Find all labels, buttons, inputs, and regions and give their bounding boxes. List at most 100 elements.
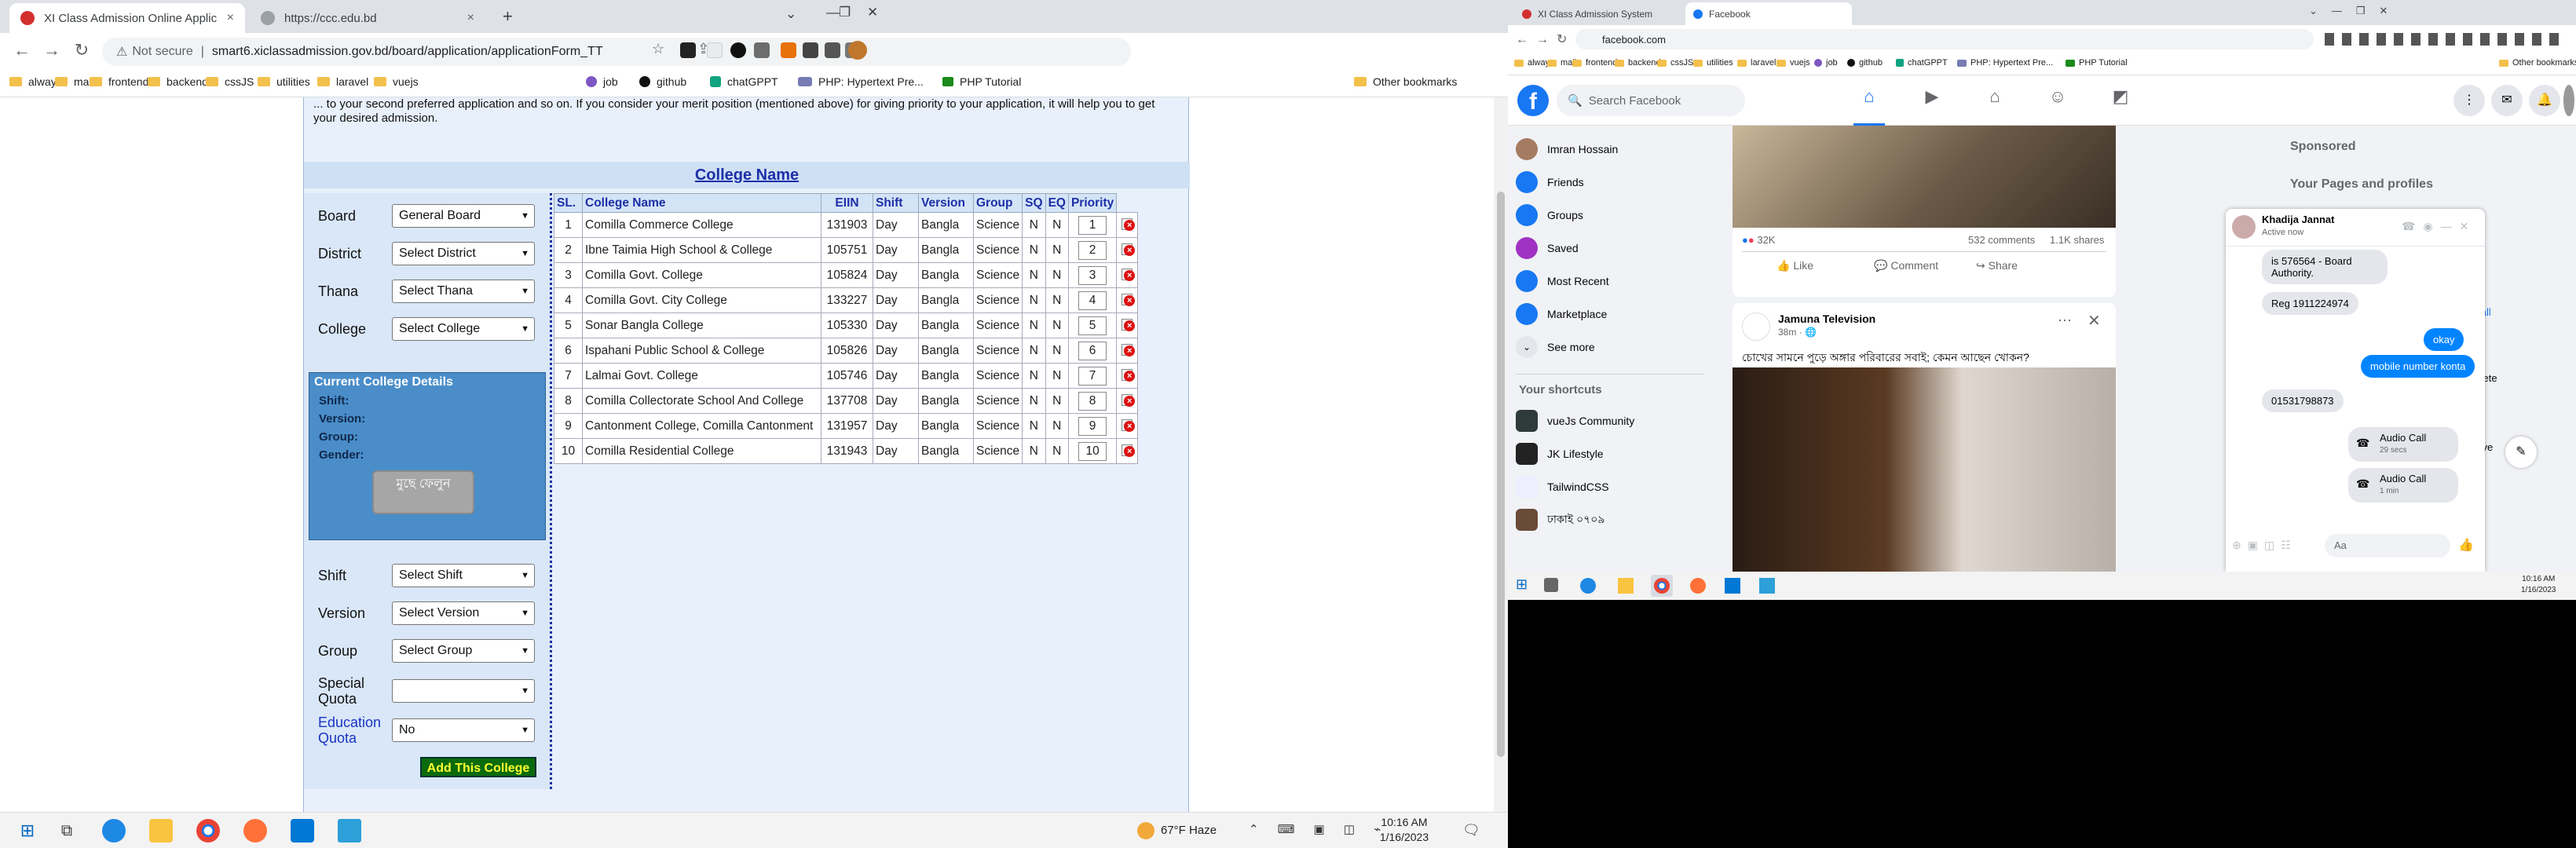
chrome-icon[interactable] bbox=[1654, 578, 1670, 594]
priority-input[interactable]: 2 bbox=[1078, 240, 1107, 260]
bookmark-vuejs[interactable]: vuejs bbox=[374, 75, 419, 88]
reload-button[interactable]: ↻ bbox=[71, 40, 93, 60]
delete-row-icon[interactable]: × bbox=[1119, 341, 1136, 356]
scrollbar-thumb[interactable] bbox=[1497, 192, 1505, 757]
edge-icon[interactable] bbox=[1580, 578, 1596, 594]
vertical-scrollbar[interactable] bbox=[1494, 97, 1508, 812]
back-button[interactable]: ← bbox=[11, 40, 33, 60]
priority-input[interactable]: 10 bbox=[1078, 441, 1107, 461]
bookmark-laravel[interactable]: laravel bbox=[317, 75, 368, 88]
extension-3-icon[interactable] bbox=[730, 42, 746, 58]
profile-avatar[interactable] bbox=[2563, 85, 2574, 116]
star-icon[interactable]: ☆ bbox=[652, 41, 668, 57]
firefox-icon[interactable] bbox=[243, 819, 267, 843]
chat-actions-icons[interactable]: ☎◉—✕ bbox=[2402, 220, 2476, 233]
bookmark-job[interactable]: job bbox=[586, 75, 618, 88]
chat-header[interactable]: Khadija Jannat Active now ☎◉—✕ bbox=[2226, 209, 2485, 247]
college-select[interactable]: Select College ▼ bbox=[392, 317, 535, 341]
tab-facebook[interactable]: Facebook bbox=[1685, 2, 1852, 25]
profile-avatar[interactable] bbox=[848, 41, 867, 60]
delete-row-icon[interactable]: × bbox=[1119, 215, 1136, 231]
rbookmark-php-hypertext[interactable]: PHP: Hypertext Pre... bbox=[1957, 58, 2053, 68]
edge-icon[interactable] bbox=[102, 819, 126, 843]
right-address-bar[interactable]: facebook.com bbox=[1575, 29, 2314, 49]
tab-ccc[interactable]: https://ccc.edu.bd × bbox=[250, 3, 485, 33]
comment-button[interactable]: 💬 Comment bbox=[1874, 259, 1938, 272]
thana-select[interactable]: Select Thana ▼ bbox=[392, 280, 535, 303]
version-select[interactable]: Select Version ▼ bbox=[392, 601, 535, 625]
priority-input[interactable]: 3 bbox=[1078, 265, 1107, 285]
bookmark-utilities[interactable]: utilities bbox=[258, 75, 310, 88]
extension-4-icon[interactable] bbox=[754, 42, 770, 58]
tab-admission-system[interactable]: XI Class Admission System bbox=[1514, 2, 1682, 25]
sidebar-item-saved[interactable]: Saved bbox=[1516, 237, 1579, 259]
facebook-search-input[interactable]: 🔍 Search Facebook bbox=[1557, 85, 1745, 116]
app-icon[interactable] bbox=[1759, 578, 1775, 594]
chat-attach-icons[interactable]: ⊕▣◫☷ bbox=[2232, 539, 2297, 552]
rbookmark-chatgppt[interactable]: chatGPPT bbox=[1896, 58, 1948, 68]
special-quota-select[interactable]: ▼ bbox=[392, 679, 535, 703]
post-video[interactable] bbox=[1733, 367, 2116, 572]
chrome-icon[interactable] bbox=[196, 819, 220, 843]
task-view-icon[interactable]: ⧉ bbox=[55, 819, 79, 843]
delete-row-icon[interactable]: × bbox=[1119, 316, 1136, 331]
rbookmark-vuejs[interactable]: vuejs bbox=[1776, 58, 1810, 68]
shortcut-tailwind[interactable]: TailwindCSS bbox=[1516, 476, 1609, 498]
minimize-button[interactable]: — bbox=[826, 5, 840, 20]
sidebar-item-profile[interactable]: Imran Hossain bbox=[1516, 138, 1618, 160]
home-icon[interactable]: ⌂ bbox=[1853, 86, 1885, 126]
tab-search-icon[interactable]: ⌄ bbox=[785, 6, 796, 22]
delete-row-icon[interactable]: × bbox=[1119, 240, 1136, 256]
audio-call-message[interactable]: ☎ Audio Call 1 min bbox=[2348, 468, 2458, 503]
jamuna-avatar[interactable] bbox=[1742, 313, 1770, 341]
task-view-icon[interactable] bbox=[1544, 578, 1558, 592]
file-explorer-icon[interactable] bbox=[149, 819, 173, 843]
delete-row-icon[interactable]: × bbox=[1119, 441, 1136, 457]
post-time[interactable]: 38m · 🌐 bbox=[1778, 327, 1817, 338]
rbookmark-github[interactable]: github bbox=[1847, 58, 1883, 68]
like-button[interactable]: 👍 Like bbox=[1776, 259, 1813, 272]
rbookmark-cssjs[interactable]: cssJS bbox=[1657, 58, 1693, 68]
clock[interactable]: 10:16 AM 1/16/2023 bbox=[1368, 815, 1440, 845]
file-explorer-icon[interactable] bbox=[1618, 578, 1634, 594]
priority-input[interactable]: 8 bbox=[1078, 391, 1107, 411]
facebook-logo-icon[interactable]: f bbox=[1517, 85, 1549, 116]
district-select[interactable]: Select District ▼ bbox=[392, 242, 535, 265]
rbookmark-frontend[interactable]: frontend bbox=[1572, 58, 1617, 68]
bookmark-mail[interactable]: mail bbox=[55, 75, 94, 88]
messenger-icon[interactable]: ✉ bbox=[2491, 85, 2523, 116]
audio-call-message[interactable]: ☎ Audio Call 29 secs bbox=[2348, 427, 2458, 462]
right-window-controls[interactable]: ⌄—❐✕ bbox=[2309, 5, 2402, 17]
shortcut-jk[interactable]: JK Lifestyle bbox=[1516, 443, 1604, 465]
gaming-icon[interactable]: ◩ bbox=[2105, 86, 2136, 115]
tab-close-icon[interactable]: × bbox=[227, 11, 234, 25]
education-quota-select[interactable]: No ▼ bbox=[392, 718, 535, 742]
chat-input[interactable]: Aa bbox=[2325, 534, 2450, 557]
comment-count[interactable]: 532 comments bbox=[1968, 234, 2035, 246]
rbookmark-php-tutorial[interactable]: PHP Tutorial bbox=[2066, 58, 2128, 68]
delete-row-icon[interactable]: × bbox=[1119, 366, 1136, 382]
extension-1-icon[interactable] bbox=[680, 42, 696, 58]
priority-input[interactable]: 6 bbox=[1078, 341, 1107, 360]
sidebar-see-more[interactable]: ⌄ See more bbox=[1516, 336, 1595, 358]
group-select[interactable]: Select Group ▼ bbox=[392, 639, 535, 663]
rbookmark-utilities[interactable]: utilities bbox=[1693, 58, 1733, 68]
bookmark-always[interactable]: always bbox=[9, 75, 62, 88]
new-tab-button[interactable]: + bbox=[503, 6, 513, 27]
board-select[interactable]: General Board ▼ bbox=[392, 204, 535, 228]
vscode-icon[interactable] bbox=[291, 819, 314, 843]
rbookmark-backend[interactable]: backend bbox=[1615, 58, 1661, 68]
marketplace-icon[interactable]: ⌂ bbox=[1979, 86, 2011, 115]
close-window-button[interactable]: ✕ bbox=[867, 5, 878, 20]
watch-icon[interactable]: ▶ bbox=[1916, 86, 1948, 115]
right-scrollbar[interactable] bbox=[2510, 141, 2523, 572]
delete-row-icon[interactable]: × bbox=[1119, 416, 1136, 432]
sidebar-item-groups[interactable]: Groups bbox=[1516, 204, 1583, 226]
delete-row-icon[interactable]: × bbox=[1119, 265, 1136, 281]
add-college-button[interactable]: Add This College bbox=[420, 757, 536, 777]
bookmark-chatgppt[interactable]: chatGPPT bbox=[710, 75, 778, 88]
delete-row-icon[interactable]: × bbox=[1119, 391, 1136, 407]
share-count[interactable]: 1.1K shares bbox=[2050, 234, 2104, 246]
tab-admission[interactable]: XI Class Admission Online Applic × bbox=[9, 3, 245, 33]
puzzle-icon[interactable] bbox=[825, 42, 840, 58]
